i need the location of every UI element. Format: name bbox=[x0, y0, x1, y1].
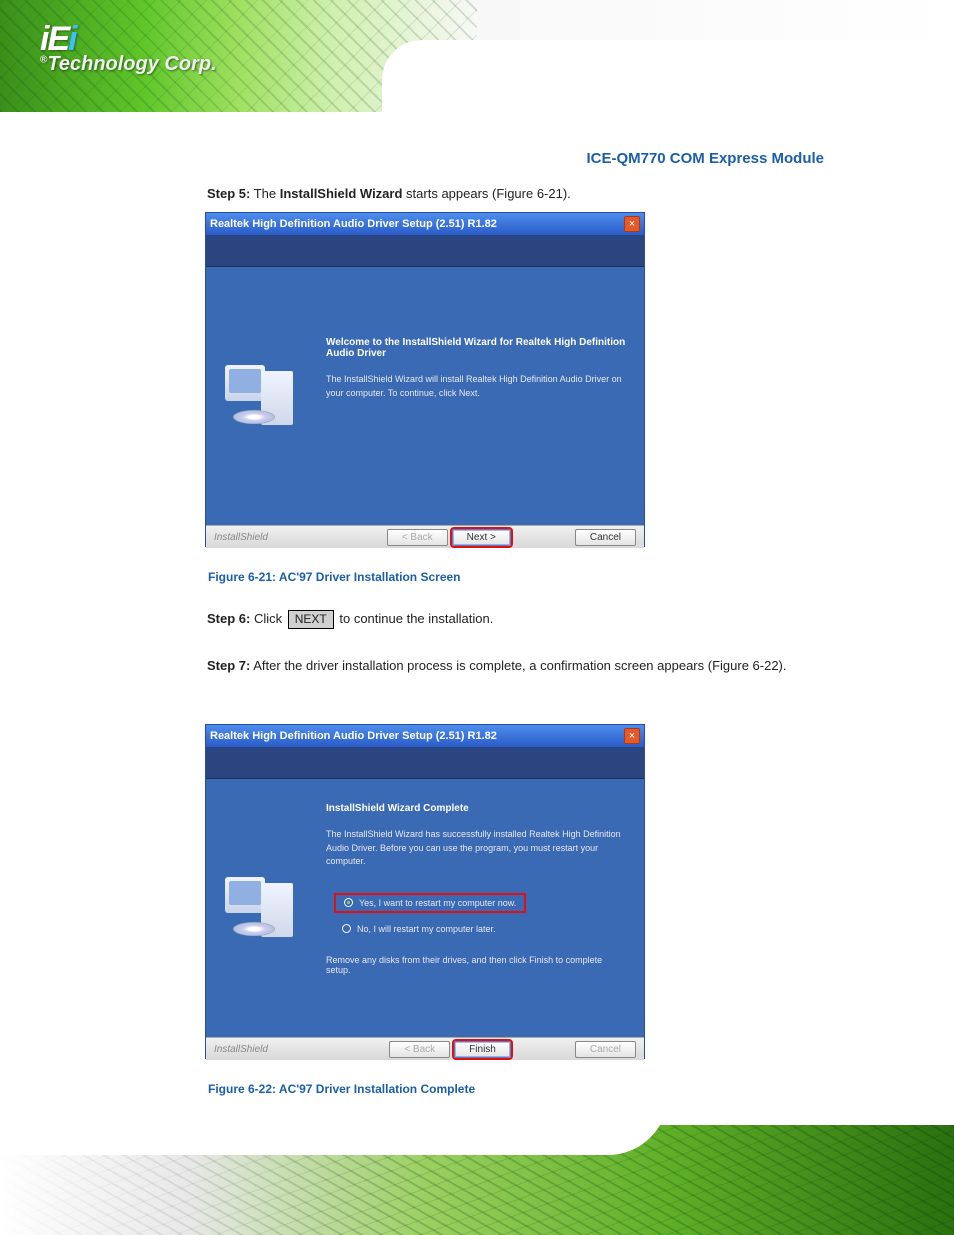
figure-caption-2: Figure 6-22: AC'97 Driver Installation C… bbox=[208, 1082, 475, 1096]
dialog-header-band-2 bbox=[206, 747, 644, 779]
top-banner: iEi ®Technology Corp. bbox=[0, 0, 954, 112]
wizard-text: Welcome to the InstallShield Wizard for … bbox=[318, 267, 644, 525]
dialog-titlebar: Realtek High Definition Audio Driver Set… bbox=[206, 213, 644, 235]
dialog-content: Welcome to the InstallShield Wizard for … bbox=[206, 267, 644, 525]
close-icon[interactable]: × bbox=[624, 216, 640, 232]
back-button-2[interactable]: < Back bbox=[389, 1041, 450, 1058]
restart-radio-group: Yes, I want to restart my computer now. … bbox=[326, 889, 628, 949]
bottom-banner bbox=[0, 1125, 954, 1235]
restart-now-label: Yes, I want to restart my computer now. bbox=[359, 898, 516, 908]
dialog-button-bar: InstallShield < Back Next > Cancel bbox=[206, 525, 644, 548]
dialog-titlebar-2: Realtek High Definition Audio Driver Set… bbox=[206, 725, 644, 747]
cancel-button[interactable]: Cancel bbox=[575, 529, 636, 546]
dialog-header-band bbox=[206, 235, 644, 267]
installshield-brand: InstallShield bbox=[214, 532, 268, 543]
complete-instruction: Remove any disks from their drives, and … bbox=[326, 955, 628, 975]
restart-later-label: No, I will restart my computer later. bbox=[357, 924, 496, 934]
restart-now-option[interactable]: Yes, I want to restart my computer now. bbox=[334, 893, 526, 913]
welcome-desc: The InstallShield Wizard will install Re… bbox=[326, 373, 628, 400]
complete-heading: InstallShield Wizard Complete bbox=[326, 803, 628, 814]
restart-later-option[interactable]: No, I will restart my computer later. bbox=[334, 921, 620, 937]
next-key: NEXT bbox=[288, 610, 334, 629]
screenshot-welcome: Realtek High Definition Audio Driver Set… bbox=[205, 212, 645, 547]
dialog-title-2: Realtek High Definition Audio Driver Set… bbox=[210, 730, 497, 742]
logo-suffix: ®Technology Corp. bbox=[40, 53, 217, 76]
figure-caption-1: Figure 6-21: AC'97 Driver Installation S… bbox=[208, 570, 461, 584]
radio-unselected-icon bbox=[342, 924, 351, 933]
complete-desc: The InstallShield Wizard has successfull… bbox=[326, 828, 628, 869]
step6-text: Step 6: Click NEXT to continue the insta… bbox=[207, 610, 493, 629]
back-button[interactable]: < Back bbox=[387, 529, 448, 546]
screenshot-complete: Realtek High Definition Audio Driver Set… bbox=[205, 724, 645, 1059]
installshield-brand-2: InstallShield bbox=[214, 1044, 268, 1055]
dialog-title: Realtek High Definition Audio Driver Set… bbox=[210, 218, 497, 230]
radio-selected-icon bbox=[344, 898, 353, 907]
cancel-button-2[interactable]: Cancel bbox=[575, 1041, 636, 1058]
product-header: ICE-QM770 COM Express Module bbox=[586, 150, 824, 167]
step5-text: Step 5: The InstallShield Wizard starts … bbox=[207, 186, 571, 201]
step7-text: Step 7: After the driver installation pr… bbox=[207, 654, 824, 679]
finish-button[interactable]: Finish bbox=[454, 1041, 511, 1058]
logo-block: iEi ®Technology Corp. bbox=[40, 20, 217, 76]
close-icon-2[interactable]: × bbox=[624, 728, 640, 744]
next-button[interactable]: Next > bbox=[452, 529, 511, 546]
dialog-content-2: InstallShield Wizard Complete The Instal… bbox=[206, 779, 644, 1037]
wizard-graphic-2 bbox=[206, 779, 318, 1037]
wizard-graphic bbox=[206, 267, 318, 525]
welcome-heading: Welcome to the InstallShield Wizard for … bbox=[326, 337, 628, 359]
wizard-text-2: InstallShield Wizard Complete The Instal… bbox=[318, 779, 644, 1037]
dialog-button-bar-2: InstallShield < Back Finish Cancel bbox=[206, 1037, 644, 1060]
